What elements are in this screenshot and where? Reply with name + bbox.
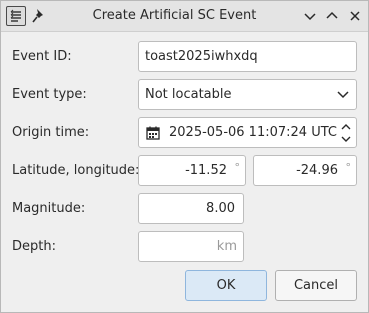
event-id-label: Event ID: [12, 49, 72, 64]
maximize-button[interactable] [324, 8, 340, 24]
depth-input[interactable]: km [138, 231, 244, 262]
chevron-down-icon [337, 91, 349, 99]
chevron-up-icon [326, 11, 338, 19]
magnitude-input[interactable]: 8.00 [138, 193, 244, 224]
time-decrement-button[interactable] [340, 133, 352, 145]
list-document-icon[interactable] [6, 6, 26, 26]
longitude-input[interactable]: -24.96 ° [253, 155, 357, 186]
window-title: Create Artificial SC Event [92, 8, 257, 23]
minimize-button[interactable] [302, 8, 318, 24]
longitude-value: -24.96 [296, 163, 338, 178]
calendar-icon [146, 126, 160, 140]
chevron-down-icon [341, 136, 351, 142]
close-icon [350, 11, 360, 21]
origin-time-input[interactable]: 2025-05-06 11:07:24 UTC [138, 117, 357, 148]
chevron-up-icon [341, 124, 351, 130]
event-type-select[interactable]: Not locatable [138, 79, 357, 110]
depth-unit: km [216, 239, 237, 254]
latitude-unit: ° [234, 161, 241, 174]
origin-time-label: Origin time: [12, 125, 90, 140]
event-type-label: Event type: [12, 87, 87, 102]
magnitude-value: 8.00 [206, 201, 235, 216]
ok-button[interactable]: OK [185, 270, 267, 301]
event-id-value: toast2025iwhxdq [145, 49, 258, 64]
title-bar[interactable]: Create Artificial SC Event [1, 1, 368, 32]
longitude-unit: ° [345, 161, 352, 174]
pin-icon[interactable] [32, 8, 46, 24]
cancel-button[interactable]: Cancel [275, 270, 357, 301]
lat-lon-label: Latitude, longitude: [12, 163, 140, 178]
latitude-input[interactable]: -11.52 ° [138, 155, 246, 186]
depth-label: Depth: [12, 239, 56, 254]
event-id-input[interactable]: toast2025iwhxdq [138, 41, 357, 72]
time-increment-button[interactable] [340, 121, 352, 133]
dialog-window: Create Artificial SC Event Event ID: toa… [0, 0, 369, 313]
magnitude-label: Magnitude: [12, 201, 86, 216]
chevron-down-icon [304, 13, 316, 21]
event-type-value: Not locatable [145, 87, 232, 102]
close-button[interactable] [347, 8, 363, 24]
latitude-value: -11.52 [185, 163, 227, 178]
origin-time-value: 2025-05-06 11:07:24 UTC [169, 125, 337, 140]
